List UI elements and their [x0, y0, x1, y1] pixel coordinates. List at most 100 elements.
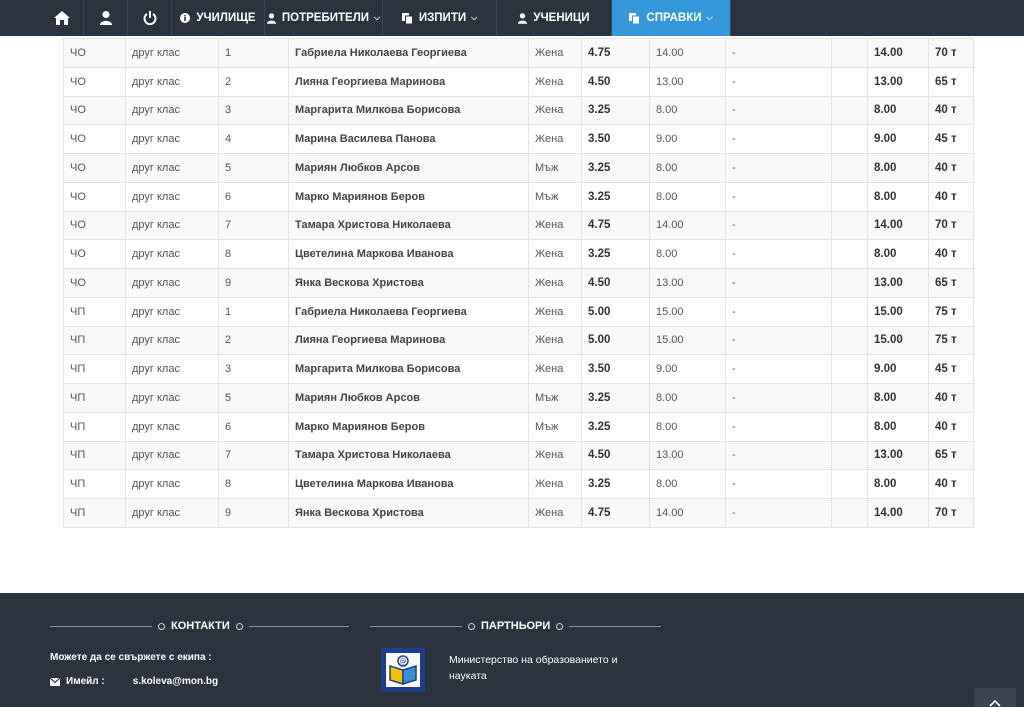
cell-number: 7 — [218, 210, 289, 241]
cell-student-name: Мариян Любков Арсов — [288, 383, 529, 413]
cell-class: друг клас — [125, 440, 219, 471]
cell-points: 8.00 — [649, 383, 726, 413]
table-row: ЧО друг клас 5 Мариян Любков Арсов Мъж 3.25 8.… — [63, 153, 974, 183]
cell-class: друг клас — [125, 354, 219, 384]
cell-empty — [831, 95, 868, 126]
circle-icon — [235, 622, 243, 630]
cell-extra: - — [725, 411, 832, 442]
cell-score: 65 т — [928, 440, 974, 471]
cell-grade: 4.75 — [581, 210, 650, 241]
cell-subject: ЧП — [63, 411, 126, 442]
cell-grade: 4.75 — [581, 38, 650, 68]
cell-extra: - — [725, 124, 832, 154]
nav-school[interactable]: УЧИЛИЩЕ — [172, 0, 265, 36]
table-row: ЧО друг клас 6 Марко Мариянов Беров Мъж 3.25 8… — [63, 181, 974, 212]
cell-empty — [831, 469, 868, 499]
cell-gender: Жена — [528, 210, 582, 241]
email-label: Имейл : — [66, 676, 105, 687]
cell-number: 2 — [218, 325, 289, 356]
cell-empty — [831, 153, 868, 183]
cell-empty — [831, 325, 868, 356]
cell-score: 45 т — [928, 354, 974, 384]
cell-total: 9.00 — [867, 124, 929, 154]
footer: КОНТАКТИ ПАРТНЬОРИ Можете да се свържете… — [0, 593, 1024, 707]
cell-student-name: Маргарита Милкова Борисова — [288, 354, 529, 384]
cell-extra: - — [725, 354, 832, 384]
nav-exams[interactable]: ИЗПИТИ ⌵ — [383, 0, 497, 36]
email-link[interactable]: s.koleva@mon.bg — [133, 676, 218, 687]
cell-empty — [831, 124, 868, 154]
circle-icon — [158, 622, 165, 630]
cell-gender: Жена — [528, 268, 582, 298]
cell-score: 40 т — [928, 383, 974, 413]
table-row: ЧП друг клас 1 Габриела Николаева Георгиева… — [63, 296, 974, 327]
cell-empty — [831, 239, 868, 269]
cell-class: друг клас — [125, 268, 219, 298]
cell-subject: ЧП — [63, 498, 126, 528]
nav-users[interactable]: ПОТРЕБИТЕЛИ ⌵ — [265, 0, 383, 36]
cell-number: 4 — [218, 124, 289, 154]
cell-total: 14.00 — [867, 498, 929, 528]
cell-extra: - — [725, 440, 832, 471]
cell-number: 5 — [218, 153, 289, 183]
cell-points: 15.00 — [649, 296, 726, 327]
cell-gender: Жена — [528, 95, 582, 126]
cell-subject: ЧО — [63, 153, 126, 183]
cell-subject: ЧО — [63, 268, 126, 298]
cell-points: 9.00 — [649, 124, 726, 154]
cell-empty — [831, 296, 868, 327]
cell-gender: Жена — [528, 325, 582, 356]
partners-heading: ПАРТНЬОРИ — [370, 620, 662, 632]
ministry-logo[interactable]: @ — [381, 648, 425, 692]
cell-score: 45 т — [928, 124, 974, 154]
cell-subject: ЧО — [63, 95, 126, 126]
cell-total: 8.00 — [867, 181, 929, 212]
profile-button[interactable] — [84, 0, 128, 36]
nav-reports[interactable]: СПРАВКИ ⌵ — [612, 0, 731, 36]
cell-points: 8.00 — [649, 469, 726, 499]
cell-student-name: Габриела Николаева Георгиева — [288, 296, 529, 327]
cell-grade: 4.50 — [581, 268, 650, 298]
divider — [370, 625, 462, 627]
cell-score: 70 т — [928, 210, 974, 241]
cell-grade: 5.00 — [581, 325, 650, 356]
cell-extra: - — [725, 239, 832, 269]
chevron-up-icon — [989, 694, 1001, 707]
nav-users-label: ПОТРЕБИТЕЛИ — [281, 12, 370, 24]
cell-points: 14.00 — [649, 210, 726, 241]
cell-score: 70 т — [928, 38, 974, 68]
scroll-to-top-button[interactable] — [974, 688, 1016, 707]
cell-subject: ЧП — [63, 354, 126, 384]
cell-score: 40 т — [928, 411, 974, 442]
cell-class: друг клас — [125, 181, 219, 212]
cell-total: 14.00 — [867, 210, 929, 241]
nav-exams-label: ИЗПИТИ — [418, 12, 467, 24]
cell-total: 13.00 — [867, 66, 929, 97]
cell-grade: 3.25 — [581, 411, 650, 442]
cell-points: 8.00 — [649, 95, 726, 126]
cell-empty — [831, 498, 868, 528]
cell-extra: - — [725, 153, 832, 183]
cell-extra: - — [725, 210, 832, 241]
nav-students[interactable]: УЧЕНИЦИ — [497, 0, 612, 36]
cell-subject: ЧО — [63, 239, 126, 269]
cell-class: друг клас — [125, 239, 219, 269]
cell-points: 8.00 — [649, 153, 726, 183]
envelope-icon — [50, 677, 60, 686]
table-row: ЧО друг клас 4 Марина Василева Панова Жена 3.… — [63, 124, 974, 154]
cell-number: 3 — [218, 95, 289, 126]
cell-class: друг клас — [125, 95, 219, 126]
home-button[interactable] — [40, 0, 84, 36]
cell-total: 13.00 — [867, 268, 929, 298]
table-row: ЧП друг клас 9 Янка Вескова Христова Жена 4.7… — [63, 498, 974, 528]
chevron-down-icon: ⌵ — [374, 13, 381, 22]
divider — [248, 625, 349, 627]
circle-icon — [556, 622, 564, 630]
logout-button[interactable] — [128, 0, 172, 36]
cell-class: друг клас — [125, 411, 219, 442]
cell-total: 8.00 — [867, 469, 929, 499]
cell-class: друг клас — [125, 210, 219, 241]
nav-menu: УЧИЛИЩЕ ПОТРЕБИТЕЛИ ⌵ ИЗПИТИ ⌵ УЧЕНИЦИ С… — [40, 0, 731, 36]
cell-student-name: Маргарита Милкова Борисова — [288, 95, 529, 126]
partner-name[interactable]: Министерство на образованието и науката — [449, 652, 649, 684]
